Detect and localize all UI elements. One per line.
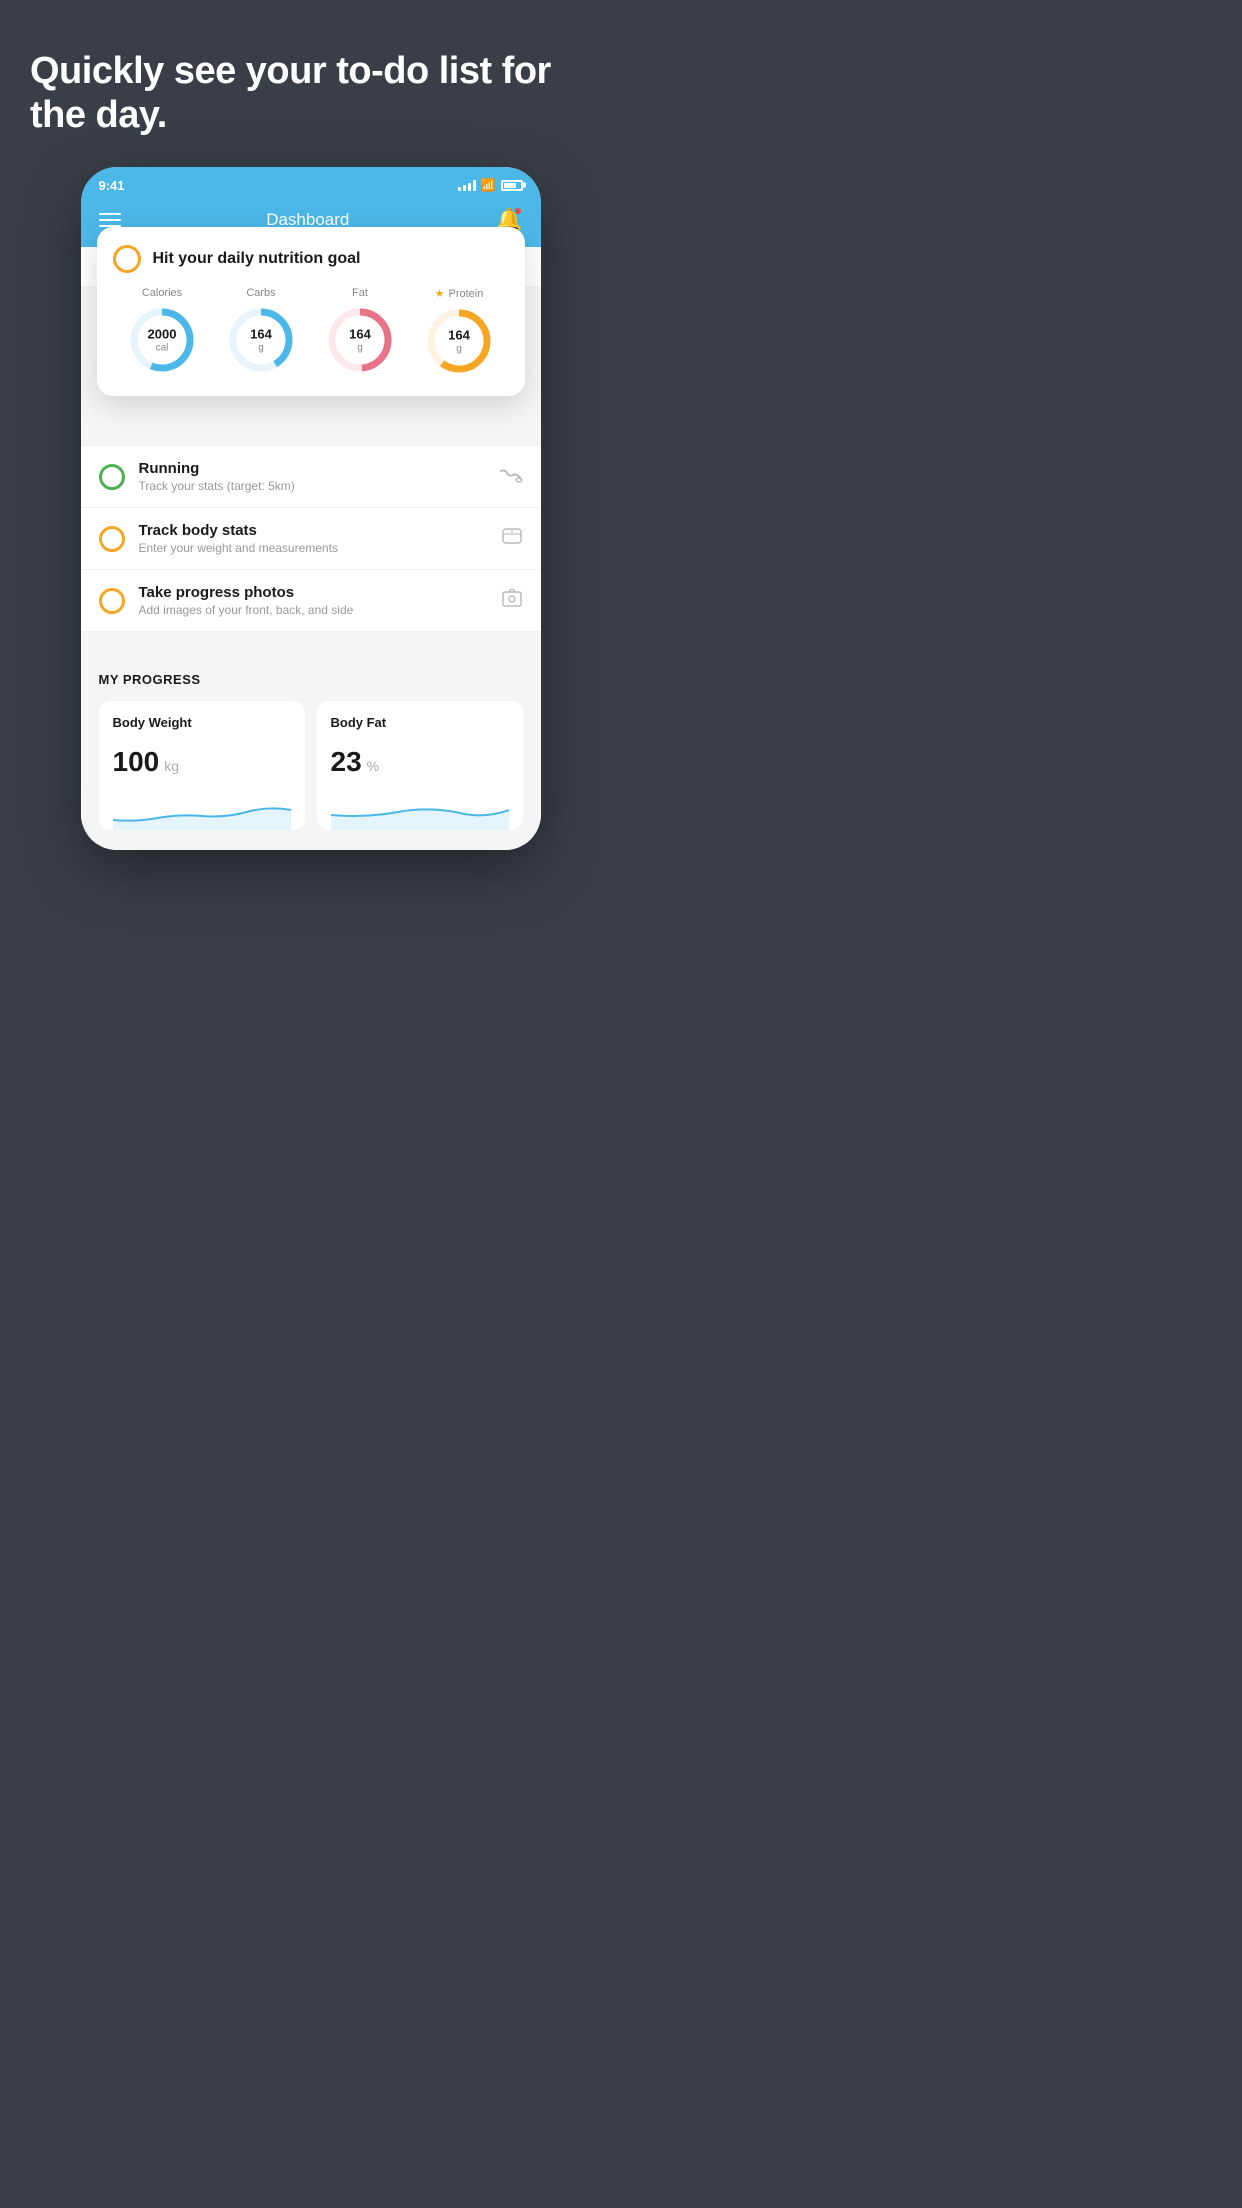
calories-value-center: 2000 cal <box>148 328 177 353</box>
card-title-row: Hit your daily nutrition goal <box>113 245 509 273</box>
todo-item-photos[interactable]: Take progress photos Add images of your … <box>81 570 541 632</box>
nutrition-carbs: Carbs 164 g <box>226 287 296 375</box>
carbs-value: 164 <box>250 328 272 342</box>
todo-circle-running <box>99 464 125 490</box>
bell-notification-dot <box>514 207 522 215</box>
todo-text-running: Running Track your stats (target: 5km) <box>139 460 485 493</box>
body-weight-value: 100 <box>113 746 160 778</box>
signal-icon <box>458 179 476 191</box>
body-fat-title: Body Fat <box>331 715 509 730</box>
todo-item-running[interactable]: Running Track your stats (target: 5km) <box>81 446 541 508</box>
carbs-value-center: 164 g <box>250 328 272 353</box>
body-weight-value-row: 100 kg <box>113 746 291 778</box>
todo-circle-body-stats <box>99 526 125 552</box>
todo-item-body-stats[interactable]: Track body stats Enter your weight and m… <box>81 508 541 570</box>
carbs-donut: 164 g <box>226 305 296 375</box>
body-fat-value-row: 23 % <box>331 746 509 778</box>
progress-cards: Body Weight 100 kg <box>99 701 523 830</box>
protein-value: 164 <box>448 329 470 343</box>
hamburger-icon[interactable] <box>99 213 121 227</box>
phone-frame: 9:41 📶 Dashboard <box>81 167 541 850</box>
status-time: 9:41 <box>99 178 125 193</box>
protein-unit: g <box>448 343 470 354</box>
page-background: Quickly see your to-do list for the day.… <box>0 0 621 1104</box>
fat-label: Fat <box>352 287 368 299</box>
scale-icon <box>501 525 523 552</box>
card-circle-icon <box>113 245 141 273</box>
protein-value-center: 164 g <box>448 329 470 354</box>
battery-icon <box>501 180 523 191</box>
carbs-label: Carbs <box>246 287 275 299</box>
body-weight-chart <box>113 790 291 830</box>
protein-star-icon: ★ <box>435 287 445 300</box>
card-title: Hit your daily nutrition goal <box>153 250 361 268</box>
todo-title-body-stats: Track body stats <box>139 522 487 539</box>
wifi-icon: 📶 <box>481 178 496 192</box>
nutrition-protein: ★ Protein 164 g <box>424 287 494 376</box>
fat-value: 164 <box>349 328 371 342</box>
content-area: THINGS TO DO TODAY Hit your daily nutrit… <box>81 247 541 850</box>
calories-label: Calories <box>142 287 182 299</box>
nutrition-fat: Fat 164 g <box>325 287 395 375</box>
todo-text-body-stats: Track body stats Enter your weight and m… <box>139 522 487 555</box>
carbs-unit: g <box>250 342 272 353</box>
progress-card-fat[interactable]: Body Fat 23 % <box>317 701 523 830</box>
todo-title-running: Running <box>139 460 485 477</box>
status-bar: 9:41 📶 <box>81 167 541 199</box>
progress-section: MY PROGRESS Body Weight 100 kg <box>81 652 541 850</box>
hero-title: Quickly see your to-do list for the day. <box>30 50 591 137</box>
body-fat-value: 23 <box>331 746 362 778</box>
fat-unit: g <box>349 342 371 353</box>
todo-list: Running Track your stats (target: 5km) T… <box>81 446 541 632</box>
fat-donut: 164 g <box>325 305 395 375</box>
body-weight-title: Body Weight <box>113 715 291 730</box>
todo-title-photos: Take progress photos <box>139 584 487 601</box>
todo-subtitle-running: Track your stats (target: 5km) <box>139 479 485 493</box>
nutrition-card: Hit your daily nutrition goal Calories <box>97 227 525 396</box>
body-weight-unit: kg <box>164 758 179 774</box>
todo-circle-photos <box>99 588 125 614</box>
running-icon <box>499 465 523 488</box>
hero-section: Quickly see your to-do list for the day. <box>0 40 621 157</box>
calories-unit: cal <box>148 342 177 353</box>
nutrition-row: Calories 2000 cal <box>113 287 509 376</box>
calories-donut: 2000 cal <box>127 305 197 375</box>
progress-heading: MY PROGRESS <box>99 672 523 687</box>
fat-value-center: 164 g <box>349 328 371 353</box>
protein-donut: 164 g <box>424 306 494 376</box>
body-fat-unit: % <box>367 758 379 774</box>
progress-card-weight[interactable]: Body Weight 100 kg <box>99 701 305 830</box>
todo-subtitle-photos: Add images of your front, back, and side <box>139 603 487 617</box>
body-fat-chart <box>331 790 509 830</box>
spacer <box>81 632 541 652</box>
photo-icon <box>501 587 523 614</box>
todo-text-photos: Take progress photos Add images of your … <box>139 584 487 617</box>
todo-subtitle-body-stats: Enter your weight and measurements <box>139 541 487 555</box>
status-icons: 📶 <box>458 178 523 192</box>
calories-value: 2000 <box>148 328 177 342</box>
protein-label: ★ Protein <box>435 287 484 300</box>
nutrition-calories: Calories 2000 cal <box>127 287 197 375</box>
